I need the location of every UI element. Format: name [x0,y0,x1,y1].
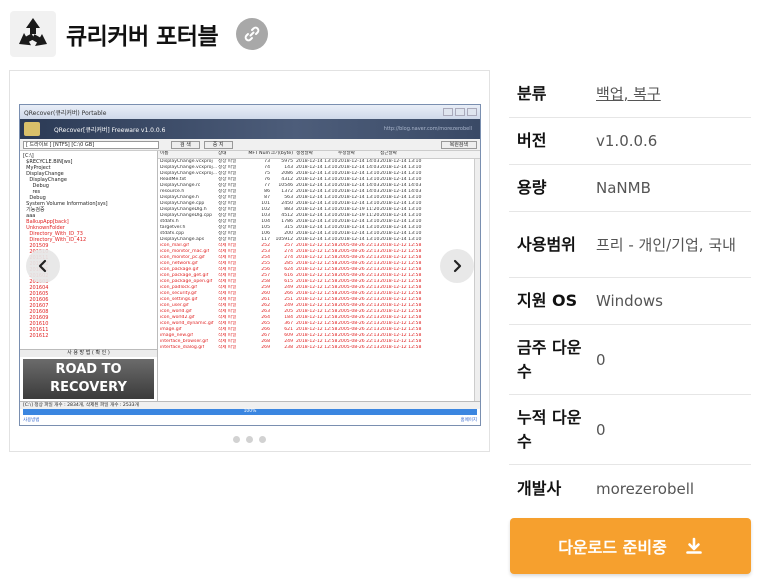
table-cell: 2018-12-12 12:58 [380,345,422,350]
road-to-recovery-image: ROAD TO RECOVERY [23,359,154,399]
gallery-next-button[interactable] [440,249,474,283]
table-cell: 2005-08-26 22:13 [338,345,380,350]
app-footer: 사용방법 홈페이지 [20,416,480,425]
category-link[interactable]: 백업, 복구 [596,85,661,103]
table-cell: 238 [284,345,293,350]
app-status-bar: [C:\] 정상 파일 개수 : 2834개, 삭제된 파일 개수 : 2533… [20,401,480,409]
column-header: 이름 [160,151,169,156]
window-controls [443,108,480,116]
app-recover-button: 복원검색 [440,140,477,149]
app-search-button: 검 색 [171,140,200,149]
drive-select: [ 드라이브 ] [NTFS] [C:\0 GB] [23,140,159,149]
column-header: 접근날짜 [380,151,397,156]
screenshot-gallery: QRecover(큐리커버) Portable QRecover[큐리커버] F… [9,70,490,452]
info-value: 0 [596,420,606,439]
file-table-body: DisplayChange.vcxproj 정상 파일 73 5975 2018-12-… [158,159,480,351]
column-header: 생성날짜 [296,151,313,156]
chevron-right-icon [453,259,462,273]
app-window-titlebar: QRecover(큐리커버) Portable [20,105,480,119]
page-header: 큐리커버 포터블 [10,10,269,58]
info-row: 누적 다운수 0 [509,395,751,465]
app-banner-url: http://blog.naver.com/morezerobell [383,126,472,132]
info-key: 사용범위 [517,234,576,254]
info-key: 버전 [517,131,547,150]
info-key: 지원 OS [517,291,578,310]
info-value: Windows [596,292,663,310]
tree-item: 201612 [23,333,49,339]
info-row: 금주 다운수 0 [509,325,751,395]
app-logo [10,11,56,57]
gallery-dot-2[interactable] [246,436,253,443]
file-table-scrollbar [474,159,480,401]
image-text-1: ROAD TO [55,362,122,377]
share-link-button[interactable] [236,18,269,50]
info-row: 버전 v1.0.0.6 [509,118,751,165]
info-row: 용량 NaNMB [509,165,751,212]
footer-usage-link: 사용방법 [23,418,40,423]
app-screenshot[interactable]: QRecover(큐리커버) Portable QRecover[큐리커버] F… [19,104,481,426]
app-banner: QRecover[큐리커버] Freeware v1.0.0.6 http://… [20,119,480,139]
info-row: 지원 OS Windows [509,278,751,325]
file-table-header: 이름 상태 MFT Num 크기(byte) 생성날짜 수정날짜 접근날짜 [158,151,480,159]
table-cell: 269 [261,345,270,350]
info-value: 백업, 복구 [596,82,751,106]
chevron-left-icon [38,259,47,273]
file-table: 이름 상태 MFT Num 크기(byte) 생성날짜 수정날짜 접근날짜 DisplayC… [158,151,480,401]
app-stop-button: 중 지 [203,140,233,149]
info-row: 개발사 morezerobell [509,465,751,513]
app-body: [C:\] $RECYCLE.BIN[ws] MyProject Display… [20,151,480,401]
info-key: 금주 다운수 [517,337,582,381]
image-text-2: RECOVERY [50,380,127,395]
page-title: 큐리커버 포터블 [66,24,219,50]
program-info-table: 분류 백업, 복구버전 v1.0.0.6 용량 NaNMB 사용범위 프리 - 개인/기업,… [509,70,751,513]
info-key: 개발사 [517,479,562,498]
info-key: 분류 [517,83,547,103]
tools-icon [24,122,40,136]
footer-home-link: 홈페이지 [460,418,477,423]
download-button-label: 다운로드 준비중 [558,538,667,557]
info-value: 프리 - 개인/기업, 국내 [596,235,736,254]
gallery-dot-1[interactable] [233,436,240,443]
app-progress-bar: 100% [23,409,477,415]
info-row: 분류 백업, 복구 [509,70,751,118]
column-header: 크기(byte) [270,151,293,156]
column-header: MFT Num [248,151,270,156]
gallery-dot-3[interactable] [259,436,266,443]
download-button[interactable]: 다운로드 준비중 [510,518,751,574]
app-banner-title: QRecover[큐리커버] Freeware v1.0.0.6 [54,126,166,134]
table-row: interface_dialog.gif 삭제 파일 269 238 2018-12-1… [158,345,480,351]
usage-caption: 사 용 방 법 ( 확 인 ) [20,349,157,357]
download-icon [685,537,703,555]
info-key: 용량 [517,178,547,197]
info-value: 0 [596,350,606,369]
info-value: NaNMB [596,179,651,197]
table-cell: interface_dialog.gif [160,345,205,350]
info-key: 누적 다운수 [517,407,582,451]
app-toolbar: [ 드라이브 ] [NTFS] [C:\0 GB] 검 색 중 지 복원검색 [20,139,480,151]
table-cell: 삭제 파일 [218,345,237,350]
app-window-title: QRecover(큐리커버) Portable [24,109,107,117]
info-value: morezerobell [596,480,695,498]
recycle-icon [19,18,47,46]
gallery-pagination [10,436,489,443]
gallery-prev-button[interactable] [26,249,60,283]
link-icon [244,26,260,42]
table-cell: 2018-12-12 12:58 [296,345,338,350]
column-header: 상태 [218,151,227,156]
column-header: 수정날짜 [338,151,355,156]
info-row: 사용범위 프리 - 개인/기업, 국내 [509,212,751,278]
info-value: v1.0.0.6 [596,132,658,150]
